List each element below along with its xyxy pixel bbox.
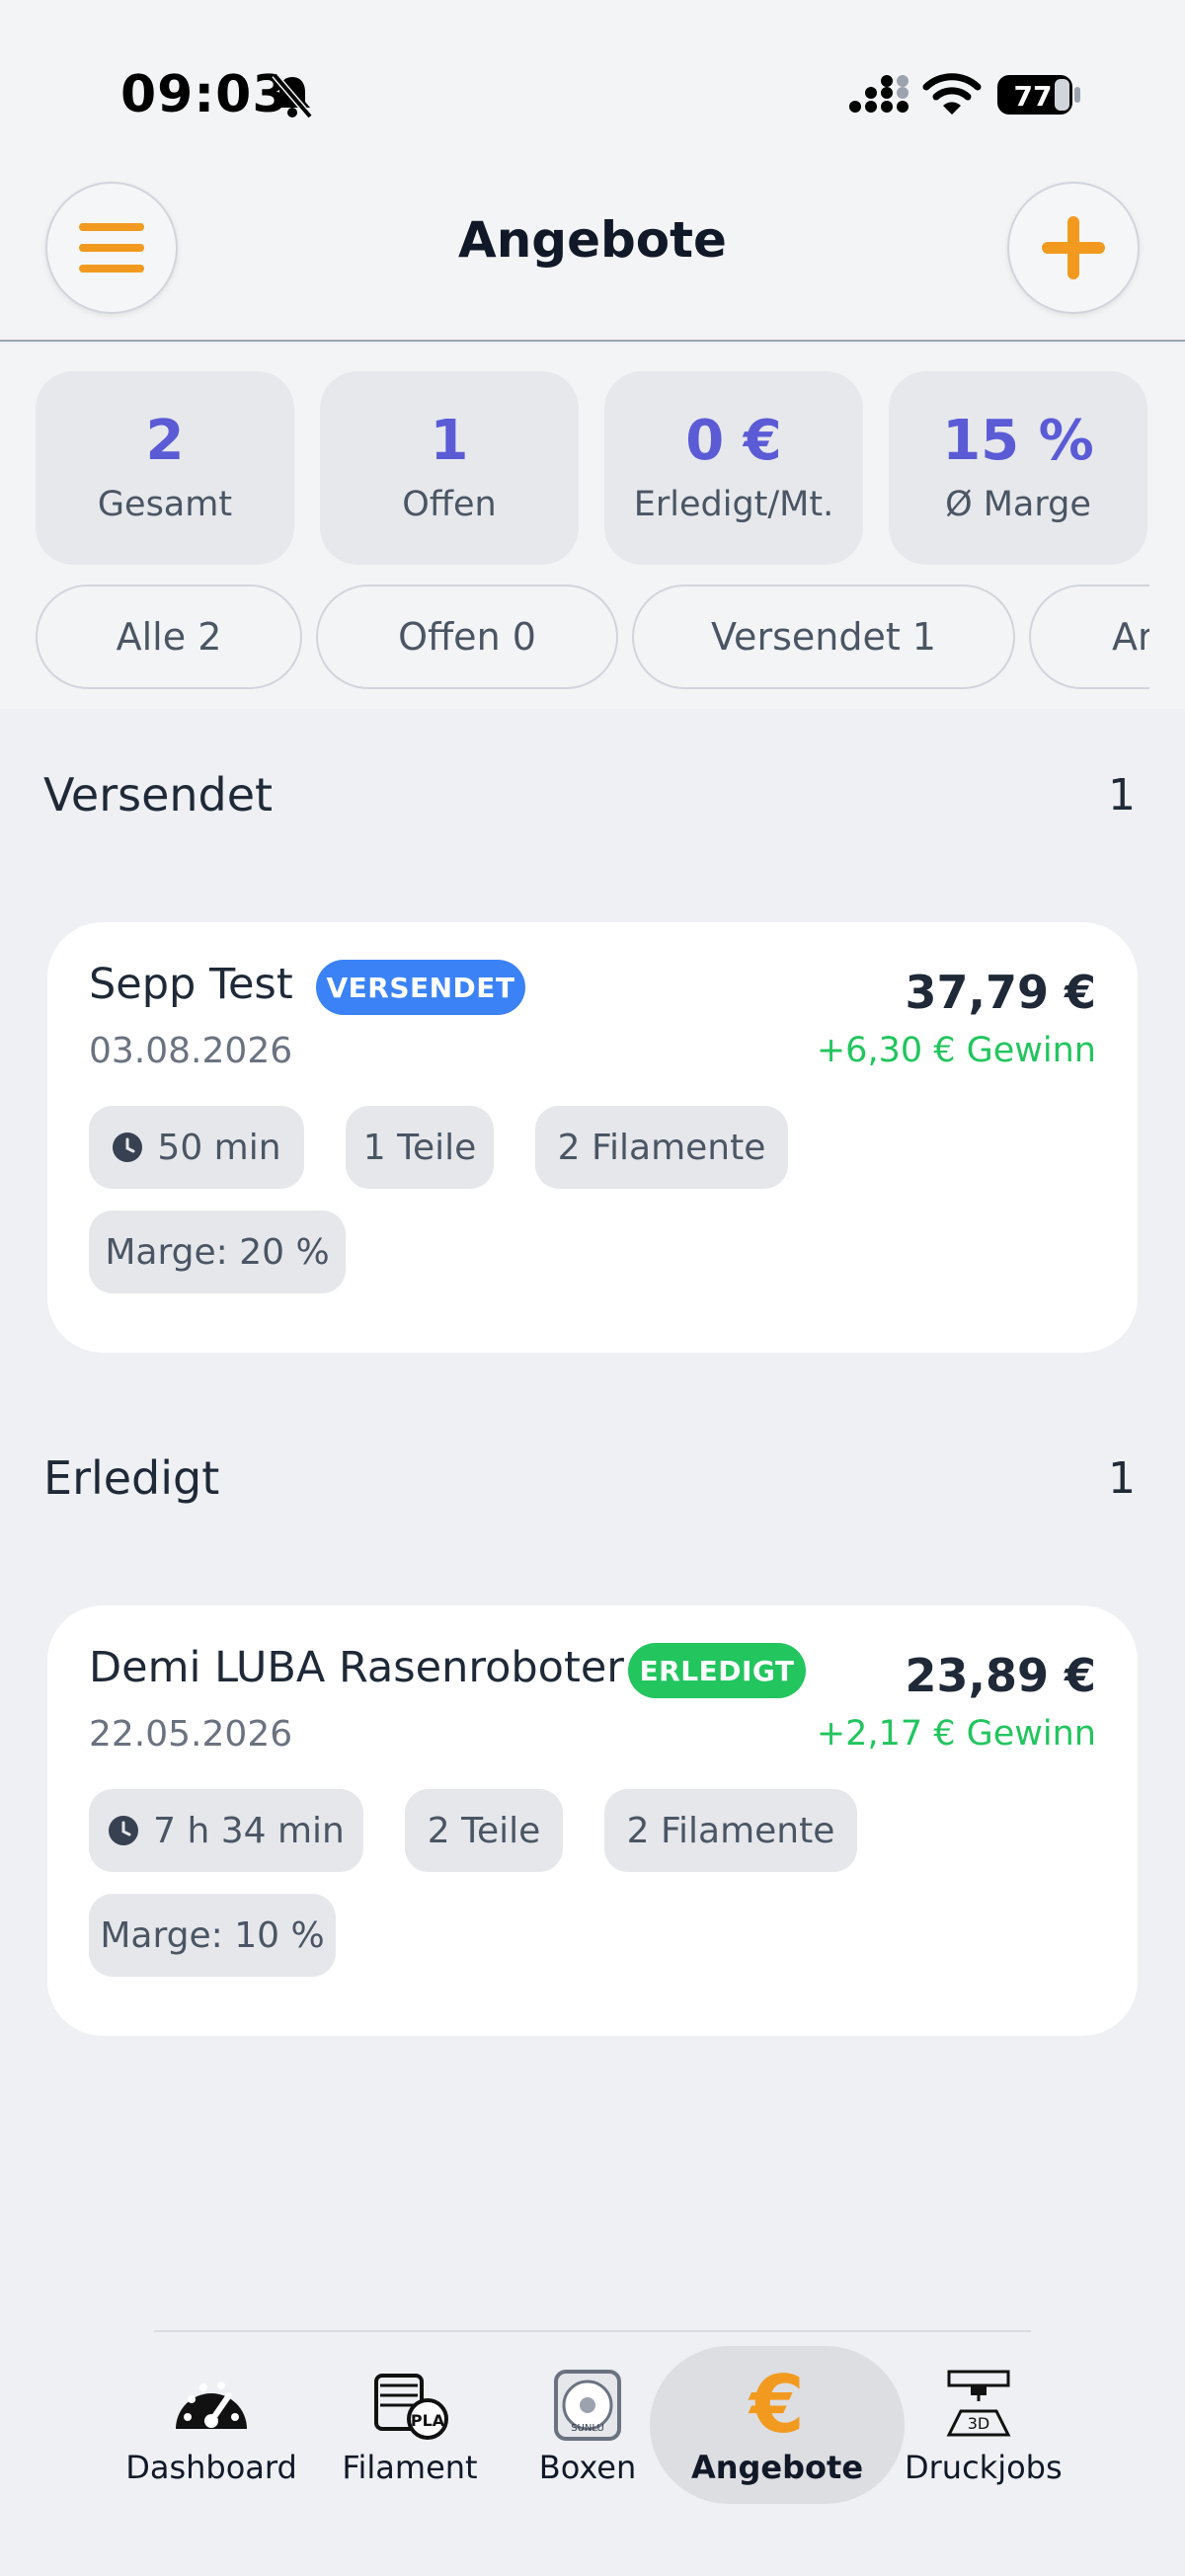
print-time: 50 min	[157, 1127, 281, 1168]
chip-scroll-edge	[1149, 581, 1185, 695]
status-badge: ERLEDIGT	[628, 1643, 806, 1698]
offer-price: 37,79 €	[905, 966, 1096, 1019]
stat-value: 0 €	[685, 409, 782, 473]
filaments-tag: 2 Filamente	[535, 1106, 788, 1189]
filter-chip-open[interactable]: Offen 0	[316, 585, 618, 689]
stat-label: Ø Marge	[945, 485, 1091, 524]
nav-item-offers[interactable]: € Angebote	[650, 2346, 905, 2504]
filaments-tag: 2 Filamente	[604, 1789, 857, 1872]
stat-total: 2 Gesamt	[36, 371, 294, 565]
section-count-done: 1	[1108, 1453, 1136, 1504]
offer-date: 03.08.2026	[89, 1031, 293, 1071]
parts-tag: 1 Teile	[346, 1106, 494, 1189]
stat-done-month: 0 € Erledigt/Mt.	[604, 371, 863, 565]
margin-tag: Marge: 10 %	[89, 1894, 336, 1977]
filter-chip-sent[interactable]: Versendet 1	[632, 585, 1015, 689]
wifi-icon	[922, 73, 982, 115]
stat-value: 2	[145, 409, 185, 473]
stat-label: Gesamt	[97, 485, 233, 524]
nav-item-filament[interactable]: PLA Filament	[336, 2346, 484, 2504]
add-offer-button[interactable]	[1007, 182, 1140, 314]
storage-box-icon: SUNLU	[554, 2370, 621, 2441]
offer-profit: +6,30 € Gewinn	[816, 1031, 1096, 1070]
cellular-signal-icon	[849, 75, 908, 113]
stat-value: 15 %	[942, 409, 1094, 473]
clock-icon	[109, 1816, 139, 1845]
euro-icon: €	[750, 2359, 805, 2451]
3d-printer-icon: 3D	[946, 2370, 1011, 2437]
nav-label: Dashboard	[125, 2449, 297, 2486]
stats-area: 2 Gesamt 1 Offen 0 € Erledigt/Mt. 15 % Ø…	[0, 344, 1185, 709]
margin-tag: Marge: 20 %	[89, 1210, 346, 1293]
status-time: 09:03	[120, 65, 289, 124]
offer-profit: +2,17 € Gewinn	[816, 1714, 1096, 1754]
offer-card[interactable]: Demi LUBA Rasenroboter ERLEDIGT 22.05.20…	[47, 1605, 1138, 2036]
header: 09:03 77 Angebote	[0, 0, 1185, 342]
nav-label: Druckjobs	[905, 2449, 1063, 2486]
printer-icon-text: 3D	[968, 2414, 990, 2433]
filament-spool-icon: PLA	[374, 2374, 448, 2440]
battery-icon: 77	[997, 75, 1080, 115]
status-badge: VERSENDET	[316, 960, 525, 1015]
stat-label: Offen	[402, 485, 497, 524]
nav-label: Filament	[342, 2449, 478, 2486]
stat-value: 1	[430, 409, 469, 473]
offer-customer-name: Demi LUBA Rasenroboter	[89, 1643, 624, 1692]
print-time-tag: 50 min	[89, 1106, 304, 1189]
battery-level: 77	[1014, 80, 1053, 113]
nav-label: Angebote	[690, 2449, 864, 2486]
nav-item-printjobs[interactable]: 3D Druckjobs	[905, 2346, 1063, 2504]
print-time: 7 h 34 min	[153, 1810, 345, 1851]
clock-icon	[113, 1132, 143, 1162]
offer-price: 23,89 €	[905, 1649, 1096, 1702]
filter-chip-all[interactable]: Alle 2	[36, 585, 302, 689]
section-count-sent: 1	[1108, 770, 1136, 820]
stat-avg-margin: 15 % Ø Marge	[889, 371, 1147, 565]
offer-customer-name: Sepp Test	[89, 960, 293, 1009]
nav-label: Boxen	[538, 2449, 637, 2486]
section-title-done: Erledigt	[43, 1451, 220, 1505]
nav-item-boxes[interactable]: SUNLU Boxen	[525, 2346, 650, 2504]
stat-open: 1 Offen	[320, 371, 579, 565]
nav-item-dashboard[interactable]: Dashboard	[122, 2346, 300, 2504]
nav-divider	[154, 2330, 1031, 2332]
offer-date: 22.05.2026	[89, 1714, 293, 1755]
spool-icon-text: PLA	[411, 2411, 445, 2430]
stat-label: Erledigt/Mt.	[633, 485, 834, 524]
speedometer-icon	[176, 2381, 247, 2429]
bell-muted-icon	[272, 72, 313, 119]
plus-icon	[1042, 216, 1105, 279]
box-icon-text: SUNLU	[571, 2423, 604, 2434]
status-bar: 09:03 77	[0, 0, 1185, 188]
parts-tag: 2 Teile	[405, 1789, 563, 1872]
print-time-tag: 7 h 34 min	[89, 1789, 363, 1872]
offer-card[interactable]: Sepp Test VERSENDET 03.08.2026 37,79 € +…	[47, 922, 1138, 1353]
section-title-sent: Versendet	[43, 768, 274, 821]
